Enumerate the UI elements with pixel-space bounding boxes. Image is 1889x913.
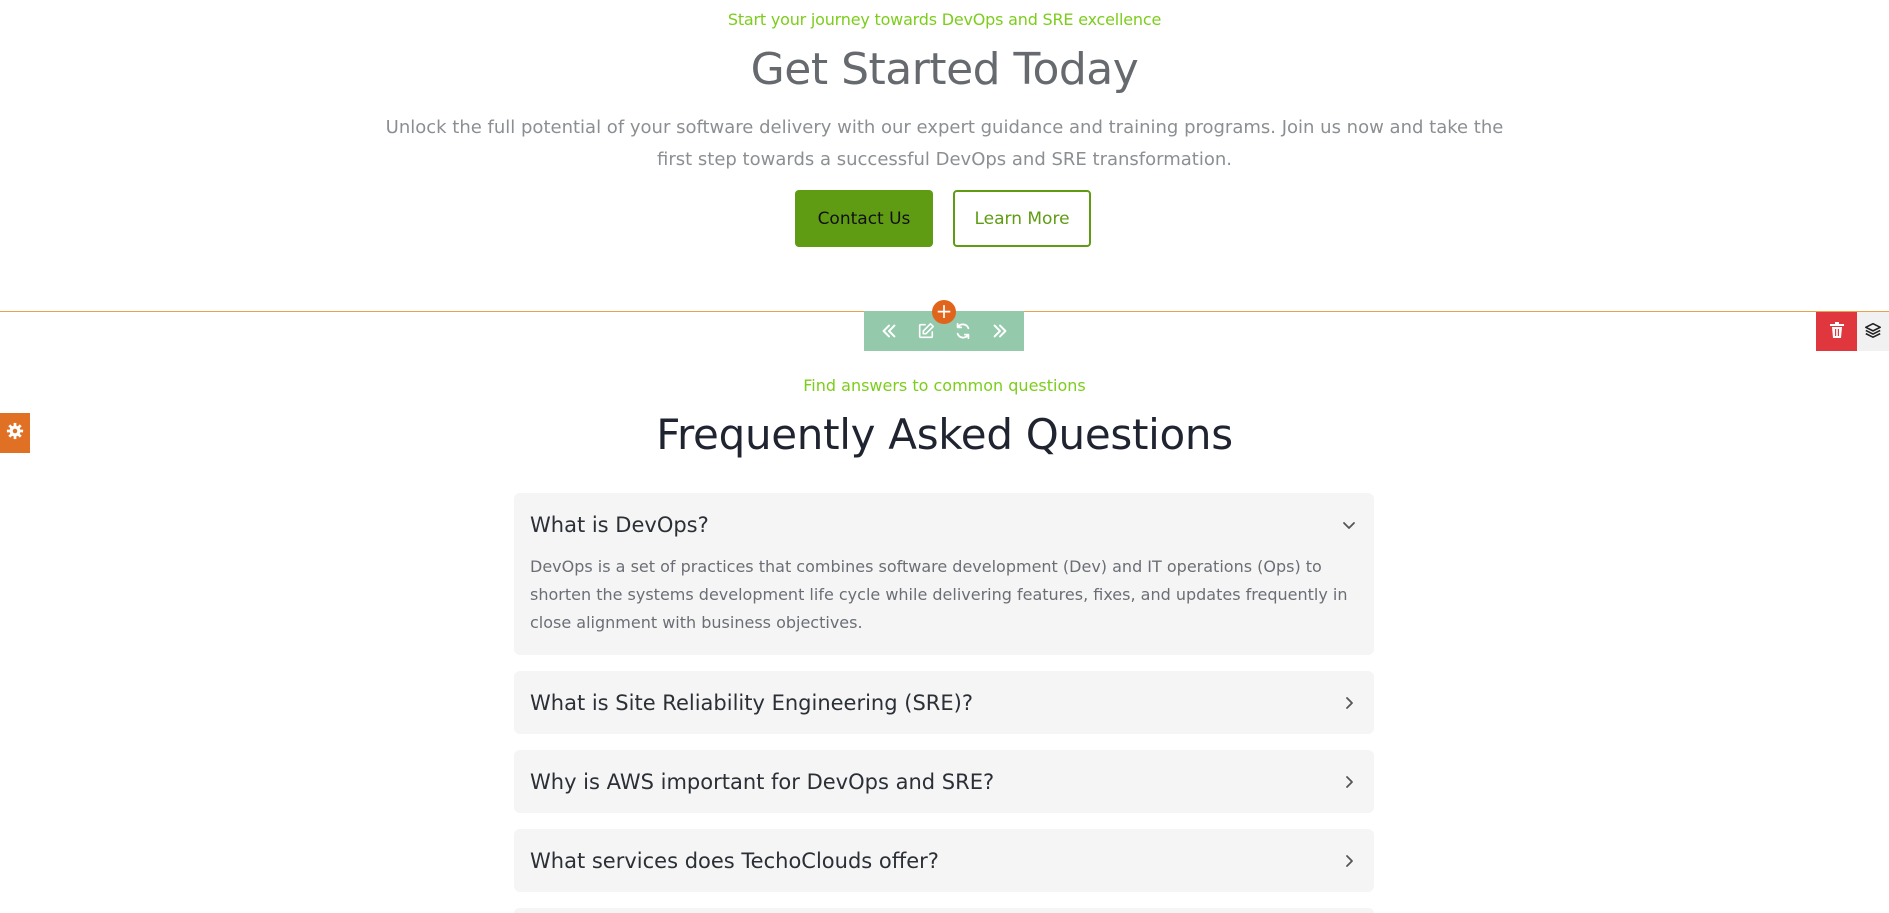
delete-section-button[interactable] <box>1816 312 1857 351</box>
faq-answer: DevOps is a set of practices that combin… <box>530 557 1348 632</box>
faq-item: What is DevOps? DevOps is a set of pract… <box>514 493 1374 655</box>
move-down-icon[interactable] <box>987 318 1013 344</box>
cta-eyebrow: Start your journey towards DevOps and SR… <box>727 10 1162 29</box>
trash-icon <box>1829 321 1844 342</box>
faq-item: What is Site Reliability Engineering (SR… <box>514 671 1374 734</box>
faq-question: Why is AWS important for DevOps and SRE? <box>530 769 995 794</box>
edit-icon[interactable] <box>913 318 939 344</box>
faq-title: Frequently Asked Questions <box>656 410 1233 459</box>
cta-description: Unlock the full potential of your softwa… <box>385 117 1504 170</box>
learn-more-button[interactable]: Learn More <box>953 190 1091 247</box>
chevron-down-icon <box>1340 516 1358 534</box>
refresh-icon[interactable] <box>950 318 976 344</box>
contact-us-button[interactable]: Contact Us <box>795 190 933 247</box>
faq-question: What is Site Reliability Engineering (SR… <box>530 690 973 715</box>
layers-icon <box>1864 321 1882 343</box>
move-up-icon[interactable] <box>876 318 902 344</box>
faq-item-partial <box>514 908 1374 913</box>
faq-list: What is DevOps? DevOps is a set of pract… <box>514 493 1374 913</box>
faq-item: Why is AWS important for DevOps and SRE? <box>514 750 1374 813</box>
cta-button-row: Contact Us Learn More <box>0 190 1889 248</box>
faq-eyebrow: Find answers to common questions <box>803 376 1086 395</box>
chevron-right-icon <box>1340 852 1358 870</box>
faq-item: What services does TechoClouds offer? <box>514 829 1374 892</box>
faq-question: What is DevOps? <box>530 513 709 537</box>
faq-question-toggle[interactable]: What is DevOps? <box>530 493 1358 557</box>
plus-icon: + <box>935 299 953 323</box>
chevron-right-icon <box>1340 694 1358 712</box>
faq-question-toggle[interactable]: Why is AWS important for DevOps and SRE? <box>530 750 1358 813</box>
faq-question-toggle[interactable]: What is Site Reliability Engineering (SR… <box>530 671 1358 734</box>
cta-title: Get Started Today <box>750 44 1139 95</box>
faq-question: What services does TechoClouds offer? <box>530 848 939 873</box>
layers-button[interactable] <box>1857 312 1889 351</box>
add-section-button[interactable]: + <box>932 300 956 324</box>
chevron-right-icon <box>1340 773 1358 791</box>
faq-question-toggle[interactable]: What services does TechoClouds offer? <box>530 829 1358 892</box>
